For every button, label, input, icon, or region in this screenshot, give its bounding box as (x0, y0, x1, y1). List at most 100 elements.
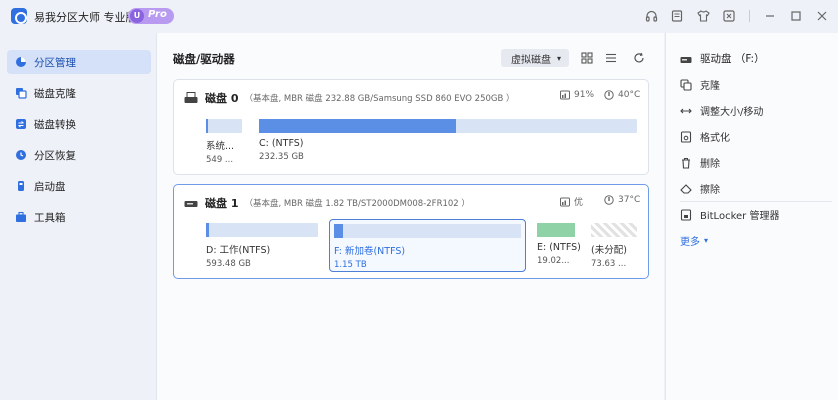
partition-usage-bar (259, 119, 637, 133)
partition-usage-fill (206, 223, 210, 237)
partition-name: D: 工作(NTFS) (206, 245, 271, 256)
badge-pro: Pro (148, 9, 167, 20)
format-icon (680, 130, 692, 143)
wipe-action[interactable]: 擦除 (680, 181, 720, 196)
partition-size: 1.15 TB (334, 260, 367, 270)
actions-divider (680, 201, 832, 202)
drive-health-icon (560, 90, 570, 100)
sidebar-item-partition-recover[interactable]: 分区恢复 (7, 143, 151, 167)
resize-icon (680, 105, 692, 117)
partition-e[interactable]: E: (NTFS) 19.02... (537, 223, 581, 266)
partition-usage-fill (206, 119, 208, 133)
window-controls (643, 8, 830, 24)
disk-temperature-value: 37°C (618, 195, 641, 205)
more-button[interactable]: 更多 ▾ (680, 233, 708, 248)
partition-size: 232.35 GB (259, 152, 304, 162)
partition-c[interactable]: C: (NTFS) 232.35 GB (259, 119, 637, 162)
title-separator (749, 10, 750, 22)
unallocated-bar (591, 223, 637, 237)
maximize-icon[interactable] (788, 8, 804, 24)
list-view-icon[interactable] (603, 50, 619, 66)
format-action[interactable]: 格式化 (680, 129, 730, 144)
page-title: 磁盘/驱动器 (173, 52, 235, 66)
headset-icon[interactable] (643, 8, 659, 24)
drive-health-icon (560, 197, 570, 206)
thermometer-icon (604, 195, 614, 205)
minimize-icon[interactable] (762, 8, 778, 24)
sidebar-item-label: 磁盘克隆 (34, 87, 76, 100)
sidebar-item-disk-clone[interactable]: 磁盘克隆 (7, 81, 151, 105)
format-label: 格式化 (700, 133, 730, 144)
virtual-disk-select[interactable]: 虚拟磁盘 ▾ (501, 49, 569, 67)
partition-usage-bar (206, 223, 318, 237)
delete-label: 删除 (700, 159, 720, 170)
virtual-disk-select-label: 虚拟磁盘 (511, 54, 551, 66)
disk-health-value: 91% (574, 90, 595, 100)
pro-badge[interactable]: U Pro (128, 8, 174, 24)
toolbox-icon (15, 211, 27, 223)
bitlocker-action[interactable]: BitLocker 管理器 (680, 207, 779, 222)
partition-name: (未分配) (591, 245, 627, 256)
selected-drive-heading: 驱动盘 （F:） (680, 51, 765, 66)
partition-size: 19.02... (537, 256, 570, 266)
refresh-icon[interactable] (631, 50, 647, 66)
close-icon[interactable] (814, 8, 830, 24)
sidebar-item-partition-manage[interactable]: 分区管理 (7, 50, 151, 74)
badge-u: U (130, 9, 144, 23)
app-title: 易我分区大师 专业版 (34, 11, 137, 24)
actions-panel: 驱动盘 （F:） 克隆 调整大小/移动 格式化 删除 擦除 BitLocker … (665, 33, 838, 400)
partition-usage-fill (259, 119, 456, 133)
disk-card-1[interactable]: 磁盘 1 （基本盘, MBR 磁盘 1.82 TB/ST2000DM008-2F… (173, 184, 649, 279)
clone-action[interactable]: 克隆 (680, 77, 720, 92)
sidebar-item-label: 分区管理 (34, 56, 76, 69)
eraser-icon (680, 183, 692, 195)
drive-icon (680, 53, 692, 65)
close-box-icon[interactable] (721, 8, 737, 24)
delete-action[interactable]: 删除 (680, 155, 720, 170)
partition-system[interactable]: 系统... 549 ... (206, 119, 242, 165)
trash-icon (680, 157, 692, 169)
sidebar-item-toolbox[interactable]: 工具箱 (7, 205, 151, 229)
bitlocker-label: BitLocker 管理器 (700, 211, 780, 222)
disk-name: 磁盘 0 (205, 92, 239, 105)
disk-icon (184, 92, 198, 103)
feedback-icon[interactable] (669, 8, 685, 24)
thermometer-icon (604, 90, 614, 100)
disk-temperature-value: 40°C (618, 90, 641, 100)
disk-health: 91% (560, 90, 594, 100)
grid-view-icon[interactable] (579, 50, 595, 66)
partition-usage-bar (206, 119, 242, 133)
partition-usage-fill (537, 223, 575, 237)
resize-move-action[interactable]: 调整大小/移动 (680, 103, 763, 118)
chevron-down-icon: ▾ (704, 236, 709, 245)
partition-size: 549 ... (206, 155, 234, 165)
bitlocker-icon (680, 208, 692, 221)
disk-card-0[interactable]: 磁盘 0 （基本盘, MBR 磁盘 232.88 GB/Samsung SSD … (173, 79, 649, 175)
partition-name: C: (NTFS) (259, 138, 304, 149)
partition-usage-fill (334, 224, 344, 238)
sidebar-item-label: 工具箱 (34, 211, 66, 224)
partition-f[interactable]: F: 新加卷(NTFS) 1.15 TB (329, 219, 526, 272)
resize-move-label: 调整大小/移动 (700, 107, 764, 118)
disk-temperature: 37°C (604, 195, 640, 205)
disk-info: （基本盘, MBR 磁盘 232.88 GB/Samsung SSD 860 E… (244, 94, 515, 104)
partition-usage-bar (537, 223, 575, 237)
sidebar-item-disk-convert[interactable]: 磁盘转换 (7, 112, 151, 136)
main-panel: 磁盘/驱动器 虚拟磁盘 ▾ 磁盘 0 （基本盘, MBR 磁盘 232.88 G… (156, 33, 664, 400)
sidebar-item-label: 磁盘转换 (34, 118, 76, 131)
sidebar-item-label: 启动盘 (34, 180, 66, 193)
partition-size: 73.63 ... (591, 259, 627, 269)
title-bar: 易我分区大师 专业版 U Pro (0, 0, 838, 33)
sidebar-item-boot-disk[interactable]: 启动盘 (7, 174, 151, 198)
boot-disk-icon (15, 180, 27, 192)
disk-temperature: 40°C (604, 90, 640, 100)
clone-label: 克隆 (700, 81, 720, 92)
disk-health-value: 优 (574, 198, 584, 208)
disk-health: 优 (560, 195, 583, 208)
partition-manage-icon (15, 56, 27, 68)
partition-d[interactable]: D: 工作(NTFS) 593.48 GB (206, 223, 318, 269)
disk-icon (184, 201, 198, 207)
partition-unallocated[interactable]: (未分配) 73.63 ... (591, 223, 637, 269)
disk-name: 磁盘 1 (205, 197, 239, 210)
shirt-icon[interactable] (695, 8, 711, 24)
